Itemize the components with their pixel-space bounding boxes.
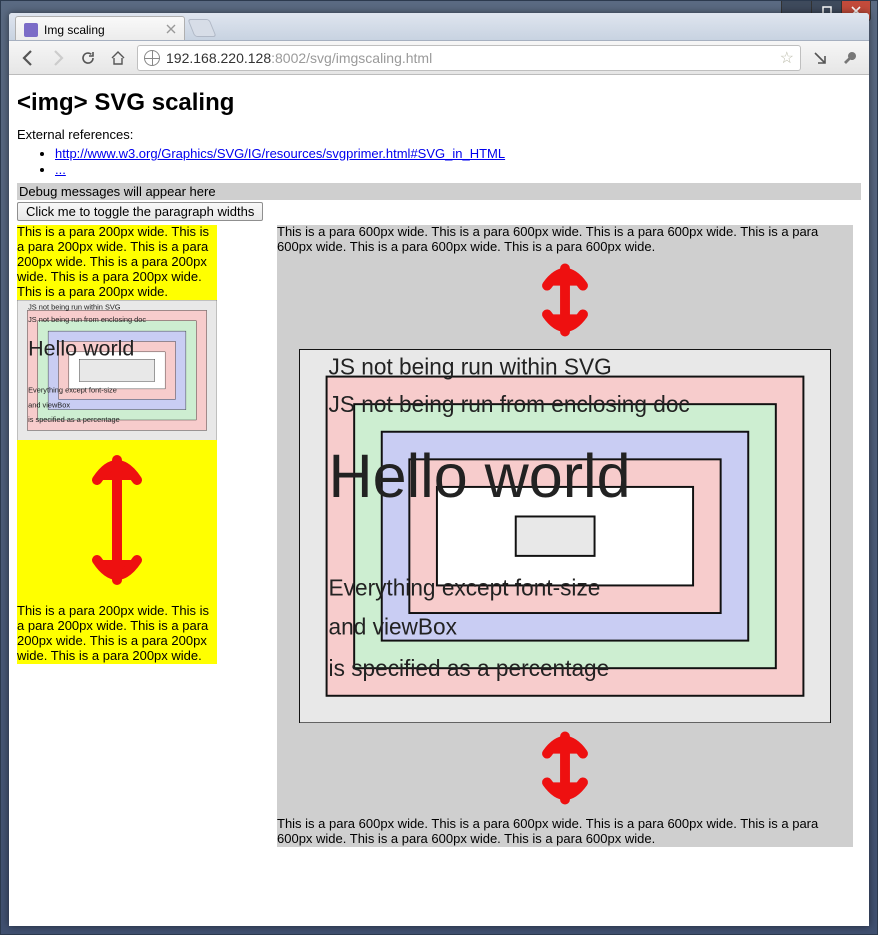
svg-small: JS not being run within SVG JS not being… [17, 300, 217, 441]
columns: This is a para 200px wide. This is a par… [17, 225, 861, 847]
para-600-top: This is a para 600px wide. This is a par… [277, 225, 853, 255]
red-arrow-top [277, 255, 853, 349]
browser-chrome: Img scaling 19 [9, 13, 869, 926]
external-refs-label: External references: [17, 127, 861, 142]
para-600-bottom: This is a para 600px wide. This is a par… [277, 817, 853, 847]
external-link-1[interactable]: http://www.w3.org/Graphics/SVG/IG/resour… [55, 146, 505, 161]
svg-text:JS not being run from enclosin: JS not being run from enclosing doc [329, 391, 690, 417]
page-title: <img> SVG scaling [17, 89, 861, 117]
list-item: ... [55, 162, 861, 177]
para-200-top: This is a para 200px wide. This is a par… [17, 225, 217, 300]
tab-title: Img scaling [44, 23, 105, 37]
home-button[interactable] [107, 47, 129, 69]
red-arrow-bottom [277, 723, 853, 817]
extension-button[interactable] [809, 47, 831, 69]
column-600: This is a para 600px wide. This is a par… [277, 225, 853, 847]
red-arrow-small [17, 440, 217, 604]
svg-large: JS not being run within SVG JS not being… [277, 349, 853, 723]
svg-text:is specified as a percentage: is specified as a percentage [28, 415, 120, 424]
url-text: 192.168.220.128:8002/svg/imgscaling.html [166, 50, 774, 66]
new-tab-button[interactable] [187, 19, 216, 37]
page-content: <img> SVG scaling External references: h… [9, 75, 869, 926]
column-200: This is a para 200px wide. This is a par… [17, 225, 217, 664]
tab-close-button[interactable] [164, 22, 178, 36]
tab-active[interactable]: Img scaling [15, 16, 185, 40]
debug-bar: Debug messages will appear here [17, 183, 861, 200]
svg-text:Everything except font-size: Everything except font-size [28, 385, 117, 394]
svg-text:is specified as a percentage: is specified as a percentage [329, 655, 610, 681]
svg-text:Everything except font-size: Everything except font-size [329, 574, 601, 600]
wrench-menu-button[interactable] [839, 47, 861, 69]
back-button[interactable] [17, 47, 39, 69]
para-200-bottom: This is a para 200px wide. This is a par… [17, 604, 217, 664]
forward-button[interactable] [47, 47, 69, 69]
svg-text:JS not being run within SVG: JS not being run within SVG [28, 302, 121, 311]
svg-text:Hello world: Hello world [329, 442, 631, 510]
svg-text:Hello world: Hello world [28, 336, 134, 360]
svg-text:JS not being run within SVG: JS not being run within SVG [329, 353, 612, 379]
bookmark-star-icon[interactable]: ☆ [780, 48, 794, 68]
globe-icon [144, 50, 160, 66]
browser-window: Img scaling 19 [0, 0, 878, 935]
toolbar: 192.168.220.128:8002/svg/imgscaling.html… [9, 41, 869, 75]
external-link-2[interactable]: ... [55, 162, 66, 177]
svg-text:and viewBox: and viewBox [28, 400, 70, 409]
reload-button[interactable] [77, 47, 99, 69]
favicon-icon [24, 23, 38, 37]
svg-text:and viewBox: and viewBox [329, 614, 458, 640]
list-item: http://www.w3.org/Graphics/SVG/IG/resour… [55, 146, 861, 161]
address-bar[interactable]: 192.168.220.128:8002/svg/imgscaling.html… [137, 45, 801, 71]
svg-text:JS not being run from enclosin: JS not being run from enclosing doc [28, 315, 146, 324]
tab-strip: Img scaling [9, 13, 869, 41]
toggle-widths-button[interactable]: Click me to toggle the paragraph widths [17, 202, 263, 221]
external-refs-list: http://www.w3.org/Graphics/SVG/IG/resour… [17, 146, 861, 177]
